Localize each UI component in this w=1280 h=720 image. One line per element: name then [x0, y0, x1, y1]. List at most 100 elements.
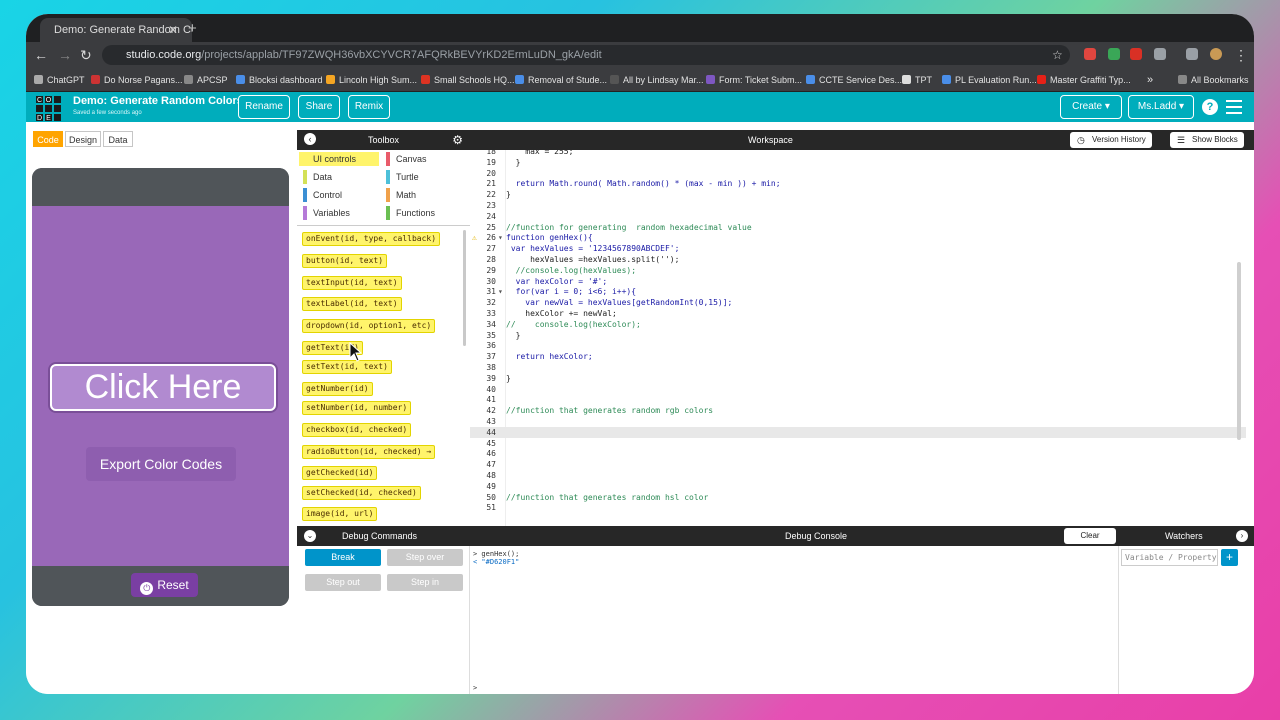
forward-icon[interactable]: → — [58, 46, 72, 64]
block-settext[interactable]: setText(id, text) — [302, 360, 392, 374]
code-line[interactable]: 28 hexValues =hexValues.split(''); — [470, 254, 1246, 265]
bookmark-item[interactable]: Form: Ticket Subm... — [706, 68, 802, 92]
debug-console[interactable]: > genHex(); < "#D620F1" > — [470, 546, 1118, 694]
all-bookmarks-folder[interactable]: All Bookmarks — [1178, 68, 1249, 92]
step-out-button[interactable]: Step out — [305, 574, 381, 591]
code-line[interactable]: 51 — [470, 502, 1246, 513]
code-line[interactable]: 25 //function for generating random hexad… — [470, 222, 1246, 233]
code-line[interactable]: 46 — [470, 448, 1246, 459]
export-color-codes-button[interactable]: Export Color Codes — [86, 447, 236, 481]
clear-console-button[interactable]: Clear — [1064, 528, 1116, 544]
code-line[interactable]: 40 — [470, 384, 1246, 395]
back-icon[interactable]: ← — [34, 46, 48, 64]
code-line[interactable]: 23 — [470, 200, 1246, 211]
collapse-debug-icon[interactable]: ⌄ — [304, 530, 316, 542]
code-line[interactable]: 22} — [470, 189, 1246, 200]
bookmark-item[interactable]: Removal of Stude... — [515, 68, 607, 92]
code-line[interactable]: 35 } — [470, 330, 1246, 341]
block-radiobutton[interactable]: radioButton(id, checked) → — [302, 445, 436, 459]
code-line[interactable]: 45 — [470, 438, 1246, 449]
block-textinput[interactable]: textInput(id, text) — [302, 276, 402, 290]
code-line[interactable]: 44 — [470, 426, 1246, 438]
block-setnumber[interactable]: setNumber(id, number) — [302, 401, 412, 415]
app-screen[interactable]: Click Here Export Color Codes — [32, 206, 289, 566]
block-getchecked[interactable]: getChecked(id) — [302, 466, 378, 480]
extension-icon[interactable] — [1130, 48, 1142, 60]
hamburger-menu-icon[interactable] — [1226, 100, 1242, 118]
bookmark-item[interactable]: TPT — [902, 68, 932, 92]
tab-code[interactable]: Code — [33, 131, 63, 147]
help-icon[interactable]: ? — [1202, 99, 1218, 115]
fold-toggle-icon[interactable]: ▾ — [498, 232, 503, 243]
remix-button[interactable]: Remix — [348, 95, 390, 119]
code-line[interactable]: 38 — [470, 362, 1246, 373]
code-line[interactable]: 21 return Math.round( Math.random() * (m… — [470, 178, 1246, 189]
rename-button[interactable]: Rename — [238, 95, 290, 119]
tab-data[interactable]: Data — [103, 131, 133, 147]
code-org-logo[interactable]: C O D E — [35, 95, 62, 122]
bookmark-item[interactable]: CCTE Service Des... — [806, 68, 902, 92]
block-checkbox[interactable]: checkbox(id, checked) — [302, 423, 412, 437]
code-line[interactable]: 48 — [470, 470, 1246, 481]
bookmark-item[interactable]: All by Lindsay Mar... — [610, 68, 704, 92]
show-blocks-button[interactable]: ☰ Show Blocks — [1170, 132, 1244, 148]
collapse-toolbox-icon[interactable]: ‹ — [304, 133, 316, 145]
category-data[interactable]: Data — [299, 170, 379, 184]
code-line[interactable]: 47 — [470, 459, 1246, 470]
code-line[interactable]: 24 — [470, 211, 1246, 222]
block-onevent[interactable]: onEvent(id, type, callback) — [302, 232, 441, 246]
address-bar[interactable]: studio.code.org/projects/applab/TF97ZWQH… — [102, 45, 1070, 65]
code-line[interactable]: 33 hexColor += newVal; — [470, 308, 1246, 319]
collapse-watchers-icon[interactable]: › — [1236, 530, 1248, 542]
share-button[interactable]: Share — [298, 95, 340, 119]
block-textlabel[interactable]: textLabel(id, text) — [302, 297, 402, 311]
block-button[interactable]: button(id, text) — [302, 254, 388, 268]
code-line[interactable]: 39} — [470, 373, 1246, 384]
code-line[interactable]: 41 — [470, 394, 1246, 405]
extension-icon[interactable] — [1108, 48, 1120, 60]
category-control[interactable]: Control — [299, 188, 379, 202]
code-line[interactable]: 36 — [470, 340, 1246, 351]
code-line[interactable]: 30 var hexColor = '#'; — [470, 276, 1246, 287]
bookmark-item[interactable]: PL Evaluation Run... — [942, 68, 1037, 92]
code-line[interactable]: 29 //console.log(hexValues); — [470, 265, 1246, 276]
code-line[interactable]: 49 — [470, 481, 1246, 492]
code-editor[interactable]: 18 max = 255; 19 } 20 21 return Math.round(… — [470, 150, 1254, 526]
code-line[interactable]: 32 var newVal = hexValues[getRandomInt(0… — [470, 297, 1246, 308]
category-variables[interactable]: Variables — [299, 206, 379, 220]
bookmarks-overflow-icon[interactable]: » — [1147, 68, 1153, 92]
bookmark-item[interactable]: Master Graffiti Typ... — [1037, 68, 1131, 92]
gear-icon[interactable]: ⚙ — [452, 130, 463, 150]
reload-icon[interactable]: ↻ — [80, 46, 92, 64]
bookmark-item[interactable]: Lincoln High Sum... — [326, 68, 417, 92]
block-getnumber[interactable]: getNumber(id) — [302, 382, 373, 396]
profile-avatar[interactable] — [1210, 48, 1222, 60]
new-tab-icon[interactable]: + — [188, 18, 197, 40]
code-line[interactable]: 27 var hexValues = '1234567890ABCDEF'; — [470, 243, 1246, 254]
code-line[interactable]: 37 return hexColor; — [470, 351, 1246, 362]
bookmark-star-icon[interactable]: ☆ — [1052, 46, 1063, 64]
fold-toggle-icon[interactable]: ▾ — [498, 286, 503, 297]
category-canvas[interactable]: Canvas — [382, 152, 462, 166]
code-line[interactable]: ⚠ 26 ▾ function genHex(){ — [470, 232, 1246, 243]
bookmark-item[interactable]: ChatGPT — [34, 68, 85, 92]
extensions-puzzle-icon[interactable] — [1154, 48, 1166, 60]
version-history-button[interactable]: ◷ Version History — [1070, 132, 1152, 148]
code-line[interactable]: 50 //function that generates random hsl c… — [470, 492, 1246, 503]
category-turtle[interactable]: Turtle — [382, 170, 462, 184]
reset-button[interactable]: ⏻ Reset — [131, 573, 198, 597]
step-in-button[interactable]: Step in — [387, 574, 463, 591]
step-over-button[interactable]: Step over — [387, 549, 463, 566]
break-button[interactable]: Break — [305, 549, 381, 566]
close-tab-icon[interactable]: ✕ — [168, 18, 178, 42]
code-line[interactable]: 42 //function that generates random rgb c… — [470, 405, 1246, 416]
code-line[interactable]: 34 // console.log(hexColor); — [470, 319, 1246, 330]
category-functions[interactable]: Functions — [382, 206, 462, 220]
bookmark-item[interactable]: Blocksi dashboard — [236, 68, 323, 92]
user-menu-button[interactable]: Ms.Ladd ▾ — [1128, 95, 1194, 119]
category-math[interactable]: Math — [382, 188, 462, 202]
category-ui-controls[interactable]: UI controls — [299, 152, 379, 166]
create-menu-button[interactable]: Create ▾ — [1060, 95, 1122, 119]
code-line[interactable]: 20 — [470, 168, 1246, 179]
code-line[interactable]: 43 — [470, 416, 1246, 427]
